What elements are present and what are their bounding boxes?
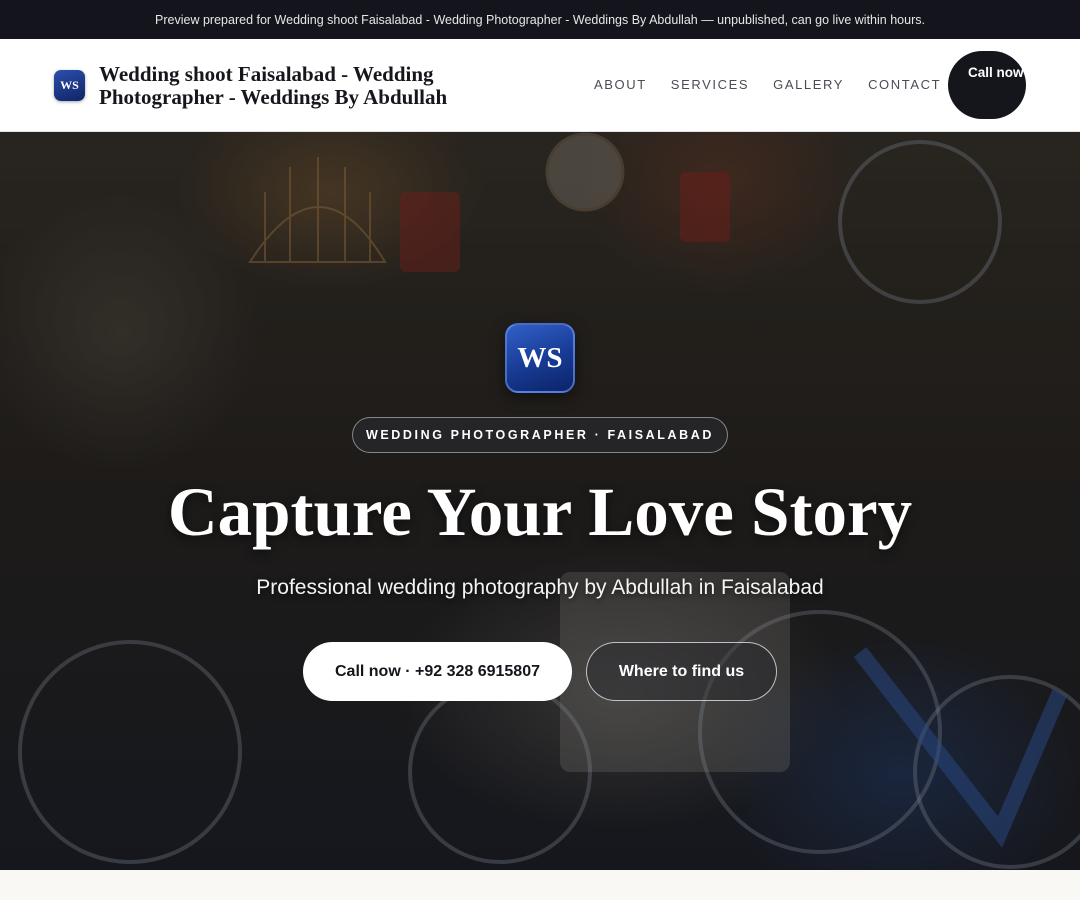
main-nav: About Services Gallery Contact — [594, 77, 965, 93]
site-header: WS Wedding shoot Faisalabad - Wedding Ph… — [0, 39, 1080, 132]
call-now-button[interactable]: Call now · +92 328 6915807 — [303, 642, 572, 701]
hero-title: Capture Your Love Story — [167, 474, 913, 550]
nav-link-contact[interactable]: Contact — [868, 77, 941, 93]
nav-link-gallery[interactable]: Gallery — [773, 77, 844, 93]
hero-eyebrow-badge: WEDDING PHOTOGRAPHER · FAISALABAD — [352, 417, 728, 453]
nav-link-about[interactable]: About — [594, 77, 647, 93]
header-call-button[interactable]: Call now — [948, 51, 1026, 119]
where-to-find-us-button[interactable]: Where to find us — [586, 642, 777, 701]
preview-banner: Preview prepared for Wedding shoot Faisa… — [0, 0, 1080, 39]
brand-logo[interactable]: WS — [54, 70, 85, 101]
nav-link-services[interactable]: Services — [671, 77, 749, 93]
preview-banner-text: Preview prepared for Wedding shoot Faisa… — [155, 12, 925, 27]
brand-name[interactable]: Wedding shoot Faisalabad - Wedding Photo… — [99, 63, 519, 109]
hero-section: WS WEDDING PHOTOGRAPHER · FAISALABAD Cap… — [0, 132, 1080, 870]
hero-subtitle: Professional wedding photography by Abdu… — [256, 576, 824, 599]
hero-logo: WS — [505, 323, 575, 393]
